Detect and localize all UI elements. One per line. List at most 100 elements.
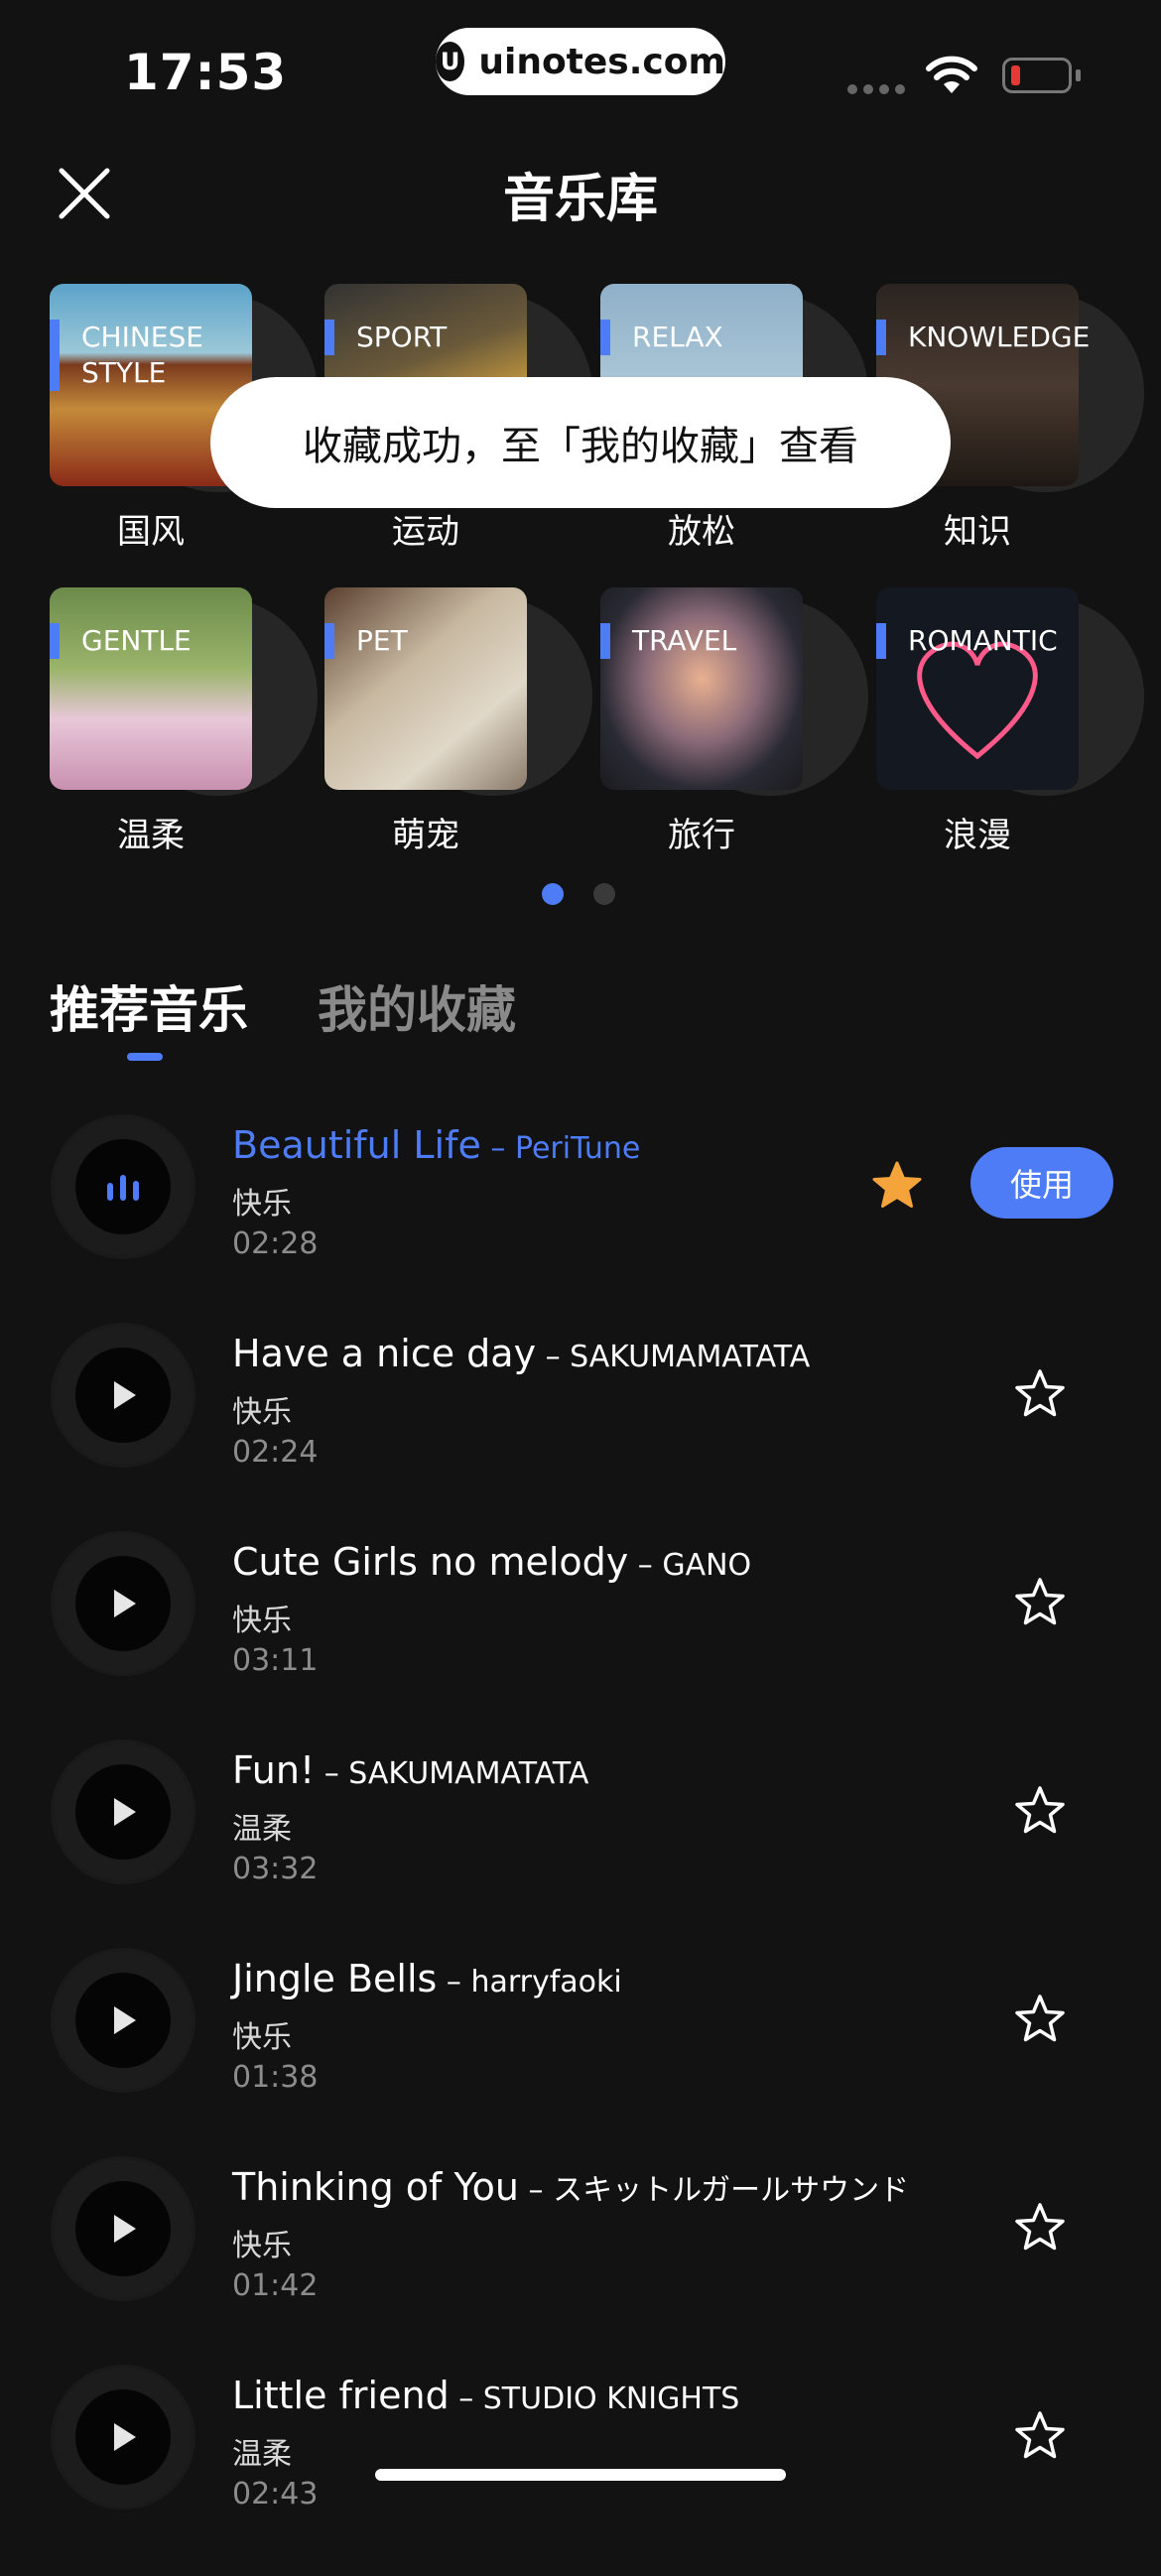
song-row[interactable]: Thinking of You – スキットルガールサウンド 快乐 01:42 [0, 2159, 1161, 2368]
category-tag: KNOWLEDGE [876, 320, 1090, 355]
vinyl-disc[interactable] [54, 1326, 193, 1465]
song-duration: 01:42 [232, 2268, 319, 2303]
vinyl-disc[interactable] [54, 1117, 193, 1256]
song-title: Beautiful Life [232, 1123, 481, 1167]
url-text: uinotes.com [478, 41, 725, 82]
song-row[interactable]: Fun! – SAKUMAMATATA 温柔 03:32 [0, 1742, 1161, 1951]
song-artist: STUDIO KNIGHTS [482, 2382, 740, 2416]
song-title: Fun! [232, 1748, 316, 1792]
song-genre: 快乐 [232, 2229, 292, 2263]
song-title-line: Jingle Bells – harryfaoki [232, 1957, 622, 2000]
star-outline-icon[interactable] [1010, 1365, 1070, 1425]
song-title: Jingle Bells [232, 1957, 438, 2000]
play-icon[interactable] [54, 2368, 193, 2507]
song-title: Thinking of You [232, 2165, 519, 2209]
song-genre: 快乐 [232, 1187, 292, 1222]
tab-recommended[interactable]: 推荐音乐 [50, 970, 248, 1042]
song-genre: 快乐 [232, 2020, 292, 2055]
category-name: 知识 [944, 512, 1011, 552]
song-title-line: Beautiful Life – PeriTune [232, 1123, 641, 1167]
category-grid: CHINESE STYLE 国风 SPORT 运动 RELAX 放松 KNOWL… [0, 284, 1161, 869]
battery-icon [1002, 58, 1072, 93]
url-pill[interactable]: U uinotes.com [436, 28, 725, 95]
song-row[interactable]: Jingle Bells – harryfaoki 快乐 01:38 [0, 1951, 1161, 2159]
category-name: 浪漫 [944, 816, 1011, 855]
vinyl-disc[interactable] [54, 2368, 193, 2507]
category-romantic[interactable]: ROMANTIC 浪漫 [876, 587, 1144, 875]
category-travel[interactable]: TRAVEL 旅行 [600, 587, 868, 875]
song-row[interactable]: Beautiful Life – PeriTune 快乐 02:28 使用 [0, 1117, 1161, 1326]
play-icon[interactable] [54, 2159, 193, 2298]
song-artist: SAKUMAMATATA [570, 1340, 811, 1374]
category-cover [324, 587, 527, 790]
play-icon[interactable] [54, 1742, 193, 1881]
pagination-dot[interactable] [593, 883, 615, 905]
category-tag: RELAX [600, 320, 811, 355]
category-cover [50, 587, 252, 790]
category-tag: CHINESE STYLE [50, 320, 260, 391]
category-name: 运动 [392, 512, 459, 552]
star-outline-icon[interactable] [1010, 2199, 1070, 2258]
vinyl-disc[interactable] [54, 1534, 193, 1673]
playing-equalizer-icon [54, 1117, 193, 1256]
song-artist: PeriTune [514, 1131, 641, 1166]
category-gentle[interactable]: GENTLE 温柔 [50, 587, 318, 875]
star-outline-icon[interactable] [1010, 2407, 1070, 2467]
song-duration: 02:28 [232, 1226, 319, 1261]
use-button[interactable]: 使用 [970, 1147, 1113, 1219]
song-duration: 03:32 [232, 1852, 319, 1886]
page-title: 音乐库 [502, 170, 658, 229]
category-pet[interactable]: PET 萌宠 [324, 587, 592, 875]
tab-active-indicator [127, 1053, 163, 1061]
category-tag: GENTLE [50, 623, 260, 659]
song-row[interactable]: Cute Girls no melody – GANO 快乐 03:11 [0, 1534, 1161, 1742]
song-row[interactable]: Have a nice day – SAKUMAMATATA 快乐 02:24 [0, 1326, 1161, 1534]
category-name: 旅行 [668, 816, 735, 855]
song-genre: 温柔 [232, 1812, 292, 1847]
vinyl-disc[interactable] [54, 1742, 193, 1881]
tab-favorites[interactable]: 我的收藏 [318, 970, 516, 1042]
song-genre: 温柔 [232, 2437, 292, 2472]
category-tag: PET [324, 623, 535, 659]
category-name: 放松 [668, 512, 735, 552]
category-tag: ROMANTIC [876, 623, 1087, 659]
song-title-line: Fun! – SAKUMAMATATA [232, 1748, 589, 1792]
star-outline-icon[interactable] [1010, 1991, 1070, 2050]
song-title-line: Little friend – STUDIO KNIGHTS [232, 2374, 740, 2417]
category-tag: SPORT [324, 320, 535, 355]
category-name: 温柔 [117, 816, 185, 855]
star-outline-icon[interactable] [1010, 1574, 1070, 1633]
song-title: Little friend [232, 2374, 450, 2417]
song-artist: SAKUMAMATATA [348, 1756, 589, 1791]
category-cover [876, 587, 1079, 790]
song-genre: 快乐 [232, 1395, 292, 1430]
cellular-signal-icon [847, 84, 905, 94]
song-genre: 快乐 [232, 1604, 292, 1638]
category-name: 国风 [117, 512, 185, 552]
play-icon[interactable] [54, 1951, 193, 2090]
vinyl-disc[interactable] [54, 1951, 193, 2090]
star-filled-icon[interactable] [867, 1157, 927, 1217]
vinyl-disc[interactable] [54, 2159, 193, 2298]
song-duration: 03:11 [232, 1643, 319, 1678]
song-duration: 02:43 [232, 2477, 319, 2512]
status-bar: 17:53 U uinotes.com [0, 0, 1161, 129]
song-title: Cute Girls no melody [232, 1540, 629, 1584]
song-artist: スキットルガールサウンド [553, 2173, 910, 2208]
carousel-pagination [542, 883, 615, 905]
song-duration: 01:38 [232, 2060, 319, 2095]
toast-message: 收藏成功，至「我的收藏」查看 [210, 377, 951, 508]
category-tag: TRAVEL [600, 623, 811, 659]
play-icon[interactable] [54, 1326, 193, 1465]
song-artist: harryfaoki [470, 1965, 622, 1999]
star-outline-icon[interactable] [1010, 1782, 1070, 1842]
song-duration: 02:24 [232, 1435, 319, 1470]
wifi-icon [926, 56, 977, 93]
song-title: Have a nice day [232, 1332, 537, 1375]
status-time: 17:53 [124, 44, 288, 101]
play-icon[interactable] [54, 1534, 193, 1673]
site-logo-icon: U [436, 42, 465, 81]
pagination-dot-active[interactable] [542, 883, 564, 905]
category-cover [600, 587, 803, 790]
home-indicator[interactable] [375, 2469, 786, 2481]
